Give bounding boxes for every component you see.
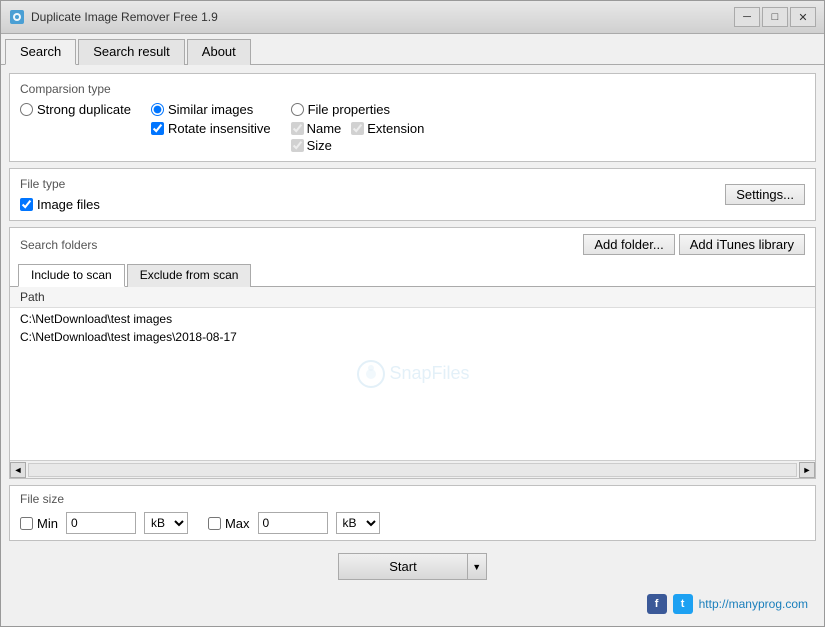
tab-content: Comparsion type Strong duplicate Similar… (1, 65, 824, 626)
add-folder-button[interactable]: Add folder... (583, 234, 674, 255)
maximize-button[interactable]: □ (762, 7, 788, 27)
bottom-bar: Start ▼ (9, 547, 816, 584)
path-header: Path (10, 287, 815, 308)
exclude-scan-tab[interactable]: Exclude from scan (127, 264, 252, 287)
max-checkbox[interactable] (208, 517, 221, 530)
strong-duplicate-option: Strong duplicate (20, 102, 131, 117)
file-properties-label[interactable]: File properties (291, 102, 425, 117)
file-props-row2: Size (291, 138, 425, 153)
file-size-section: File size Min ▲ ▼ kB MB GB (9, 485, 816, 541)
main-window: Duplicate Image Remover Free 1.9 ─ □ ✕ S… (0, 0, 825, 627)
file-type-left: File type Image files (20, 177, 100, 212)
folder-row: C:\NetDownload\test images (20, 310, 805, 328)
minimize-button[interactable]: ─ (734, 7, 760, 27)
tab-search[interactable]: Search (5, 39, 76, 65)
folder-tabs: Include to scan Exclude from scan (10, 259, 815, 287)
file-properties-radio[interactable] (291, 103, 304, 116)
similar-images-option: Similar images Rotate insensitive (151, 102, 271, 136)
horizontal-scrollbar[interactable]: ◄ ► (10, 460, 815, 478)
image-files-option[interactable]: Image files (20, 197, 100, 212)
comparison-section: Comparsion type Strong duplicate Similar… (9, 73, 816, 162)
file-type-label: File type (20, 177, 100, 191)
include-scan-tab[interactable]: Include to scan (18, 264, 125, 287)
image-files-checkbox[interactable] (20, 198, 33, 211)
size-checkbox[interactable] (291, 139, 304, 152)
max-unit-select[interactable]: kB MB GB (336, 512, 380, 534)
watermark-logo-icon (355, 359, 385, 389)
strong-duplicate-radio[interactable] (20, 103, 33, 116)
file-props-options: Name Extension Size (291, 121, 425, 153)
comparison-options: Strong duplicate Similar images Rotate i… (20, 102, 805, 153)
strong-duplicate-label[interactable]: Strong duplicate (20, 102, 131, 117)
comparison-label: Comparsion type (20, 82, 805, 96)
main-tabs: Search Search result About (1, 34, 824, 65)
title-bar-left: Duplicate Image Remover Free 1.9 (9, 9, 218, 25)
file-type-section: File type Image files Settings... (9, 168, 816, 221)
name-checkbox[interactable] (291, 122, 304, 135)
file-properties-option: File properties Name Extension (291, 102, 425, 153)
folders-table: Path C:\NetDownload\test images C:\NetDo… (10, 287, 815, 460)
facebook-icon[interactable]: f (647, 594, 667, 614)
folders-list: C:\NetDownload\test images C:\NetDownloa… (10, 308, 815, 348)
tab-search-result[interactable]: Search result (78, 39, 185, 65)
start-button[interactable]: Start (338, 553, 466, 580)
settings-button[interactable]: Settings... (725, 184, 805, 205)
max-value-input[interactable]: ▲ ▼ (258, 512, 328, 534)
app-icon (9, 9, 25, 25)
start-dropdown-button[interactable]: ▼ (467, 553, 487, 580)
twitter-icon[interactable]: t (673, 594, 693, 614)
extension-checkbox[interactable] (351, 122, 364, 135)
add-itunes-button[interactable]: Add iTunes library (679, 234, 805, 255)
title-controls: ─ □ ✕ (734, 7, 816, 27)
min-unit-select[interactable]: kB MB GB (144, 512, 188, 534)
watermark: SnapFiles (355, 359, 469, 389)
tab-about[interactable]: About (187, 39, 251, 65)
rotate-insensitive-checkbox[interactable] (151, 122, 164, 135)
scroll-right-arrow[interactable]: ► (799, 462, 815, 478)
watermark-text: SnapFiles (389, 363, 469, 384)
search-folders-section: Search folders Add folder... Add iTunes … (9, 227, 816, 479)
scroll-track[interactable] (28, 463, 797, 477)
similar-images-label[interactable]: Similar images (151, 102, 271, 117)
file-props-row1: Name Extension (291, 121, 425, 136)
min-input-field[interactable] (67, 513, 136, 533)
file-size-label: File size (20, 492, 805, 506)
start-button-group: Start ▼ (338, 553, 486, 580)
folder-row: C:\NetDownload\test images\2018-08-17 (20, 328, 805, 346)
app-title: Duplicate Image Remover Free 1.9 (31, 10, 218, 24)
file-size-row: Min ▲ ▼ kB MB GB Max (20, 512, 805, 534)
rotate-insensitive-option: Rotate insensitive (151, 121, 271, 136)
footer: f t http://manyprog.com (9, 590, 816, 618)
file-type-row: File type Image files Settings... (20, 177, 805, 212)
search-folders-header: Search folders Add folder... Add iTunes … (10, 228, 815, 259)
close-button[interactable]: ✕ (790, 7, 816, 27)
max-input-field[interactable] (259, 513, 328, 533)
min-checkbox[interactable] (20, 517, 33, 530)
folder-buttons: Add folder... Add iTunes library (583, 234, 805, 255)
title-bar: Duplicate Image Remover Free 1.9 ─ □ ✕ (1, 1, 824, 34)
website-link[interactable]: http://manyprog.com (699, 597, 808, 611)
search-folders-label: Search folders (20, 238, 97, 252)
min-value-input[interactable]: ▲ ▼ (66, 512, 136, 534)
scroll-left-arrow[interactable]: ◄ (10, 462, 26, 478)
similar-images-radio[interactable] (151, 103, 164, 116)
